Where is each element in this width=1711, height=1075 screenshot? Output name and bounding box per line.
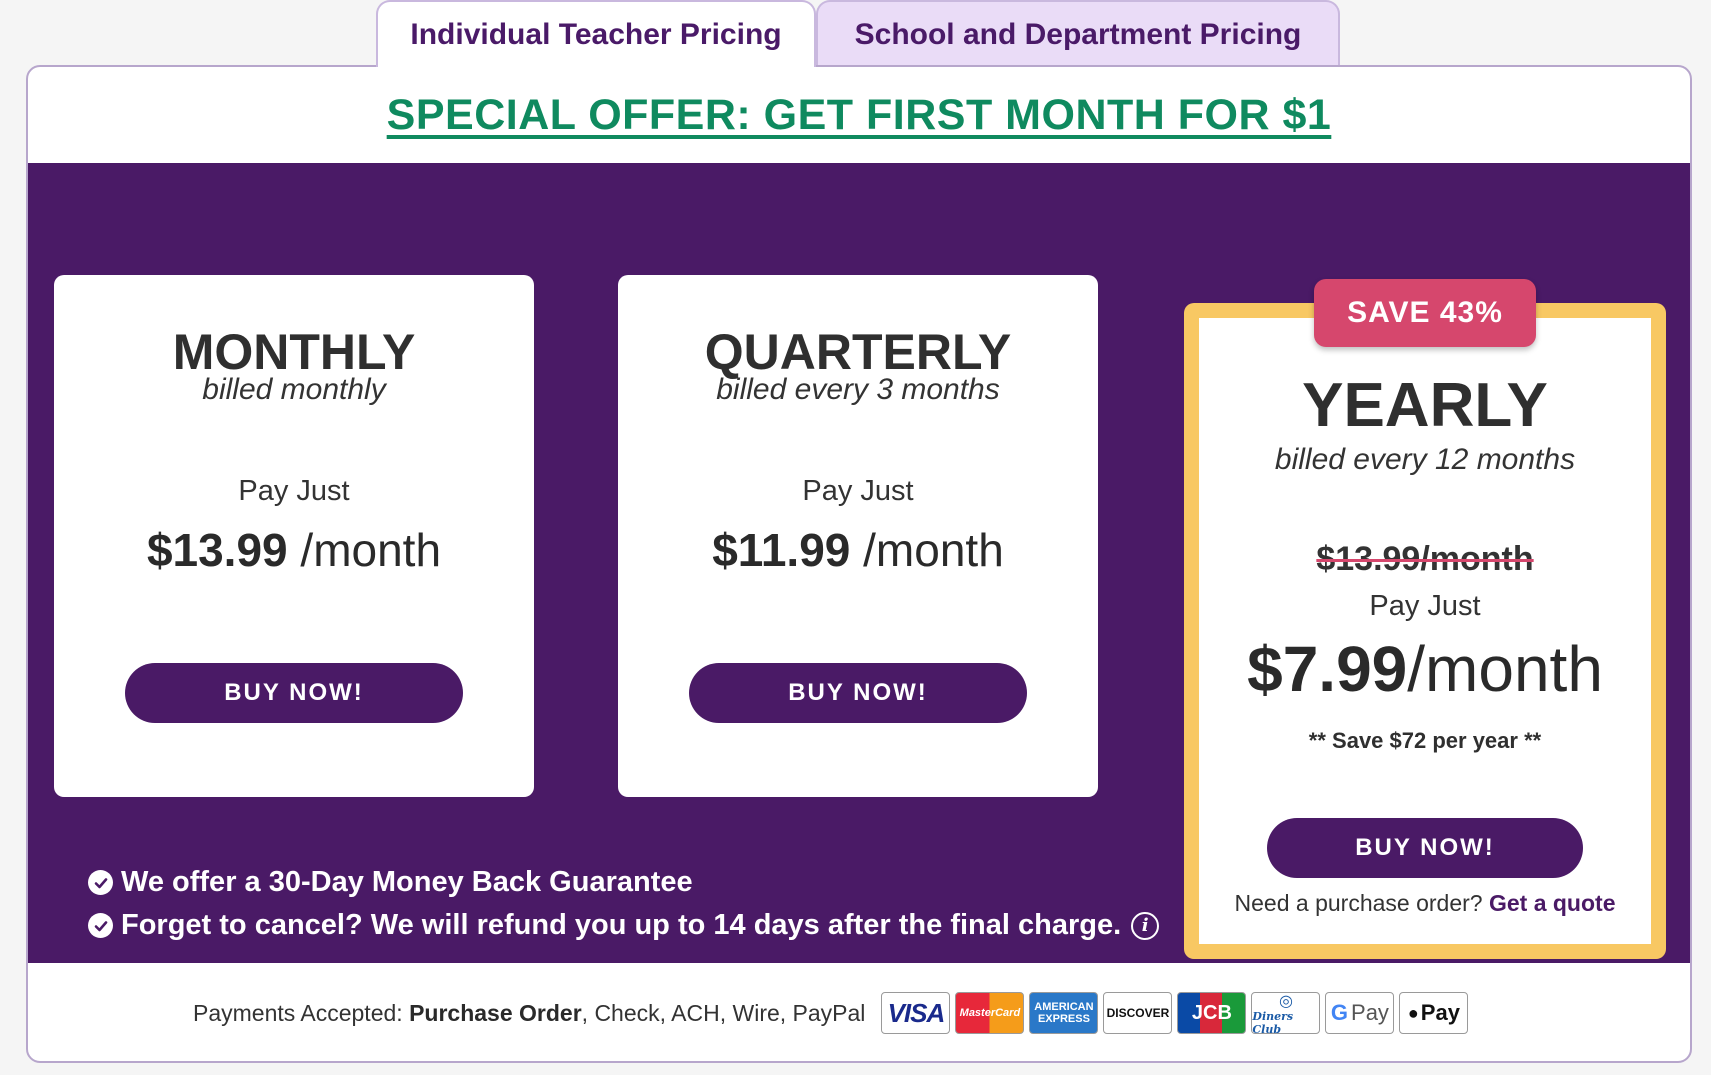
payments-methods: , Check, ACH, Wire, PayPal: [581, 999, 866, 1026]
check-circle-icon: [88, 870, 113, 895]
payments-accepted-bar: Payments Accepted: Purchase Order, Check…: [28, 963, 1690, 1061]
info-icon[interactable]: i: [1131, 911, 1160, 940]
guarantee-text: Forget to cancel? We will refund you up …: [121, 909, 1122, 941]
amex-logo-icon: AMERICAN EXPRESS: [1029, 992, 1099, 1034]
purchase-order-text: Need a purchase order?: [1234, 890, 1483, 916]
apple-icon: ●: [1407, 1002, 1419, 1023]
buy-now-yearly-button[interactable]: BUY NOW!: [1267, 818, 1583, 878]
pay-just-label: Pay Just: [1369, 590, 1481, 622]
plan-billing-frequency: billed every 12 months: [1274, 443, 1576, 476]
price-amount: $11.99: [712, 524, 851, 576]
visa-logo-icon: VISA: [881, 992, 951, 1034]
price-unit: /month: [863, 524, 1004, 576]
plan-card-yearly: YEARLY billed every 12 months $13.99/mon…: [1184, 303, 1666, 959]
guarantee-item: Forget to cancel? We will refund you up …: [88, 904, 1160, 947]
applepay-text: Pay: [1420, 1000, 1460, 1025]
google-g-icon: G: [1330, 1000, 1349, 1025]
plan-card-monthly: MONTHLY billed monthly Pay Just $13.99 /…: [54, 275, 534, 797]
guarantees-list: We offer a 30-Day Money Back Guarantee F…: [88, 861, 1160, 947]
payment-logos: VISA MasterCard AMERICAN EXPRESS DISCOVE…: [881, 992, 1469, 1034]
payments-purchase-order: Purchase Order: [409, 999, 582, 1026]
price-unit: /month: [300, 524, 442, 576]
purchase-order-line: Need a purchase order? Get a quote: [1199, 890, 1651, 917]
plan-billing-frequency: billed monthly: [202, 373, 386, 406]
gpay-text: Pay: [1351, 1000, 1389, 1025]
tab-school-department-pricing[interactable]: School and Department Pricing: [816, 0, 1340, 67]
save-percent-badge: SAVE 43%: [1314, 279, 1536, 347]
plan-price: $11.99 /month: [618, 523, 1098, 577]
buy-now-quarterly-button[interactable]: BUY NOW!: [689, 663, 1027, 723]
diners-text: Diners Club: [1252, 1009, 1294, 1034]
yearly-savings-note: ** Save $72 per year **: [1308, 728, 1542, 753]
buy-now-monthly-button[interactable]: BUY NOW!: [125, 663, 463, 723]
mastercard-logo-icon: MasterCard: [955, 992, 1025, 1034]
price-amount: $13.99: [146, 524, 288, 576]
special-offer-link[interactable]: SPECIAL OFFER: GET FIRST MONTH FOR $1: [387, 91, 1332, 140]
amex-line-2: EXPRESS: [1037, 1013, 1090, 1025]
plan-billing-frequency: billed every 3 months: [716, 373, 1000, 406]
tab-individual-teacher-pricing[interactable]: Individual Teacher Pricing: [376, 0, 816, 67]
payments-accepted-text: Payments Accepted: Purchase Order, Check…: [193, 1000, 865, 1027]
plan-price: $13.99 /month: [54, 523, 534, 577]
payments-prefix: Payments Accepted:: [193, 999, 410, 1026]
pricing-panel: SPECIAL OFFER: GET FIRST MONTH FOR $1 MO…: [26, 65, 1692, 1063]
original-price-strikethrough: $13.99/month: [1316, 540, 1534, 578]
jcb-logo-icon: JCB: [1177, 992, 1247, 1034]
special-offer-banner: SPECIAL OFFER: GET FIRST MONTH FOR $1: [28, 67, 1690, 163]
plan-card-quarterly: QUARTERLY billed every 3 months Pay Just…: [618, 275, 1098, 797]
guarantee-item: We offer a 30-Day Money Back Guarantee: [88, 861, 1159, 904]
price-amount: $7.99: [1247, 633, 1408, 705]
pricing-tabs: Individual Teacher Pricing School and De…: [376, 0, 1340, 67]
google-pay-logo-icon: G Pay: [1325, 992, 1395, 1034]
pay-just-label: Pay Just: [802, 475, 914, 507]
apple-pay-logo-icon: ● Pay: [1399, 992, 1469, 1034]
guarantee-text: We offer a 30-Day Money Back Guarantee: [121, 866, 693, 898]
plan-title: YEARLY: [1302, 371, 1548, 440]
check-circle-icon: [88, 913, 113, 938]
amex-line-1: AMERICAN: [1034, 1001, 1094, 1013]
pay-just-label: Pay Just: [238, 475, 350, 507]
get-a-quote-link[interactable]: Get a quote: [1489, 890, 1616, 916]
price-unit: /month: [1407, 633, 1603, 705]
plans-section: MONTHLY billed monthly Pay Just $13.99 /…: [28, 163, 1690, 963]
plan-price: $7.99/month: [1199, 632, 1651, 706]
discover-logo-icon: DISCOVER: [1103, 992, 1173, 1034]
diners-mark: ◎: [1278, 992, 1293, 1010]
diners-club-logo-icon: ◎ Diners Club: [1251, 992, 1321, 1034]
